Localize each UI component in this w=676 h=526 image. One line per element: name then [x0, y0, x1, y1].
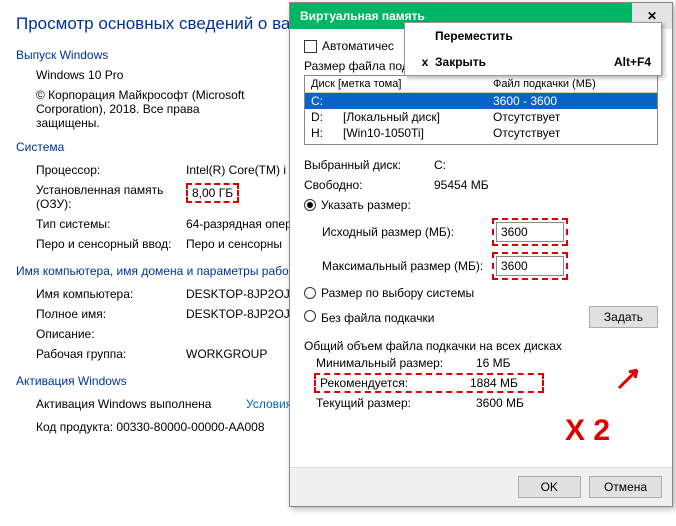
ram-value: 8,00 ГБ — [186, 183, 239, 203]
selected-drive-value: C: — [434, 158, 446, 172]
free-space-value: 95454 МБ — [434, 178, 489, 192]
initial-size-label: Исходный размер (МБ): — [322, 225, 492, 239]
disk-list[interactable]: Диск [метка тома] Файл подкачки (МБ) C:3… — [304, 75, 658, 145]
set-button[interactable]: Задать — [589, 306, 658, 328]
min-size-value: 16 МБ — [476, 356, 511, 370]
description-label: Описание: — [36, 327, 186, 341]
ram-label: Установленная память (ОЗУ): — [36, 183, 186, 211]
system-menu: Переместить xЗакрытьAlt+F4 — [404, 22, 662, 76]
free-space-label: Свободно: — [304, 178, 434, 192]
fullname-label: Полное имя: — [36, 307, 186, 321]
radio-icon — [304, 287, 316, 299]
max-size-label: Максимальный размер (МБ): — [322, 259, 492, 273]
annotation-x2: X 2 — [565, 414, 610, 448]
disk-row[interactable]: C:3600 - 3600 — [305, 93, 657, 109]
min-size-label: Минимальный размер: — [316, 356, 476, 370]
custom-size-radio[interactable]: Указать размер: — [304, 195, 658, 215]
pen-value: Перо и сенсорны — [186, 237, 282, 251]
dialog-title: Виртуальная память — [300, 9, 425, 23]
group-total: Общий объем файла подкачки на всех диска… — [304, 339, 658, 353]
recommended-value: 1884 МБ — [470, 376, 518, 390]
radio-icon — [304, 199, 316, 211]
cancel-button[interactable]: Отмена — [589, 476, 662, 498]
menu-item-close[interactable]: xЗакрытьAlt+F4 — [405, 49, 661, 75]
system-managed-radio[interactable]: Размер по выбору системы — [304, 283, 658, 303]
annotation-arrow-icon — [615, 362, 645, 392]
auto-manage-label: Автоматичес — [322, 39, 394, 53]
selected-drive-label: Выбранный диск: — [304, 158, 434, 172]
disk-row[interactable]: H:[Win10-1050Ti]Отсутствует — [305, 125, 657, 141]
fullname-value: DESKTOP-8JP2OJT — [186, 307, 297, 321]
disk-col-pagefile: Файл подкачки (МБ) — [487, 76, 602, 92]
system-type-value: 64-разрядная опер — [186, 217, 292, 231]
workgroup-label: Рабочая группа: — [36, 347, 186, 361]
virtual-memory-dialog: Виртуальная память ✕ Автоматичес Размер … — [289, 2, 673, 507]
cpu-label: Процессор: — [36, 163, 186, 177]
disk-col-drive: Диск [метка тома] — [305, 76, 487, 92]
pcname-label: Имя компьютера: — [36, 287, 186, 301]
workgroup-value: WORKGROUP — [186, 347, 267, 361]
radio-icon — [304, 310, 316, 322]
pen-label: Перо и сенсорный ввод: — [36, 237, 186, 251]
close-icon: x — [415, 55, 435, 69]
current-size-value: 3600 МБ — [476, 396, 524, 410]
copyright: © Корпорация Майкрософт (Microsoft Corpo… — [16, 88, 266, 130]
checkbox-icon — [304, 40, 317, 53]
system-type-label: Тип системы: — [36, 217, 186, 231]
cpu-value: Intel(R) Core(TM) i — [186, 163, 286, 177]
ok-button[interactable]: OK — [518, 476, 581, 498]
menu-hotkey: Alt+F4 — [614, 55, 651, 69]
activation-status: Активация Windows выполнена — [36, 397, 246, 411]
max-size-input[interactable] — [496, 256, 564, 276]
initial-size-input[interactable] — [496, 222, 564, 242]
menu-item-move[interactable]: Переместить — [405, 23, 661, 49]
recommended-label: Рекомендуется: — [320, 376, 470, 390]
pcname-value: DESKTOP-8JP2OJT — [186, 287, 297, 301]
no-paging-file-radio[interactable]: Без файла подкачкиЗадать — [304, 303, 658, 331]
current-size-label: Текущий размер: — [316, 396, 476, 410]
disk-row[interactable]: D:[Локальный диск]Отсутствует — [305, 109, 657, 125]
